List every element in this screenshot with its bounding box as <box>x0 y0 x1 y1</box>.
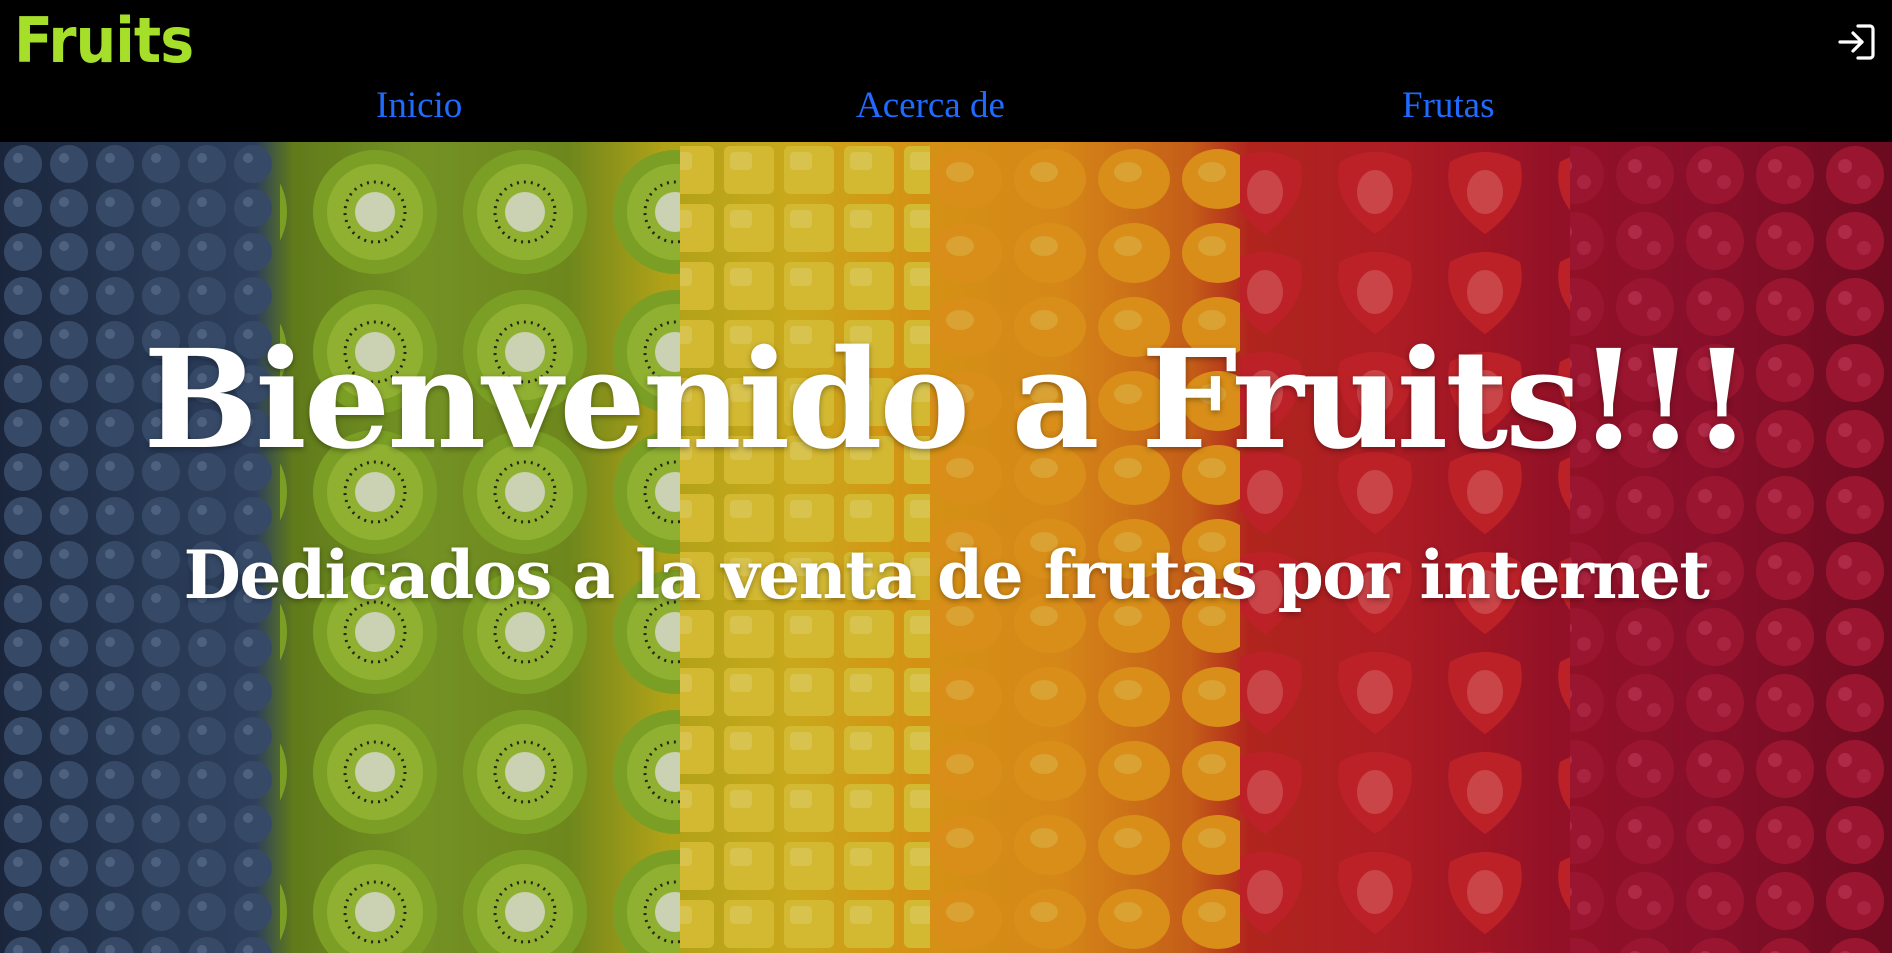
nav-link-frutas[interactable]: Frutas <box>1402 84 1495 127</box>
hero-title: Bienvenido a Fruits!!! <box>143 320 1752 480</box>
nav-link-acerca-de[interactable]: Acerca de <box>856 84 1005 127</box>
login-icon <box>1834 20 1878 64</box>
hero-subtitle: Dedicados a la venta de frutas por inter… <box>183 536 1710 614</box>
login-button[interactable] <box>1834 20 1878 64</box>
hero-banner: Bienvenido a Fruits!!! Dedicados a la ve… <box>0 142 1892 953</box>
top-header: Fruits Inicio Acerca de Frutas <box>0 0 1892 142</box>
main-nav: Inicio Acerca de Frutas <box>0 84 1892 134</box>
nav-link-inicio[interactable]: Inicio <box>376 84 462 127</box>
site-logo[interactable]: Fruits <box>14 8 194 73</box>
